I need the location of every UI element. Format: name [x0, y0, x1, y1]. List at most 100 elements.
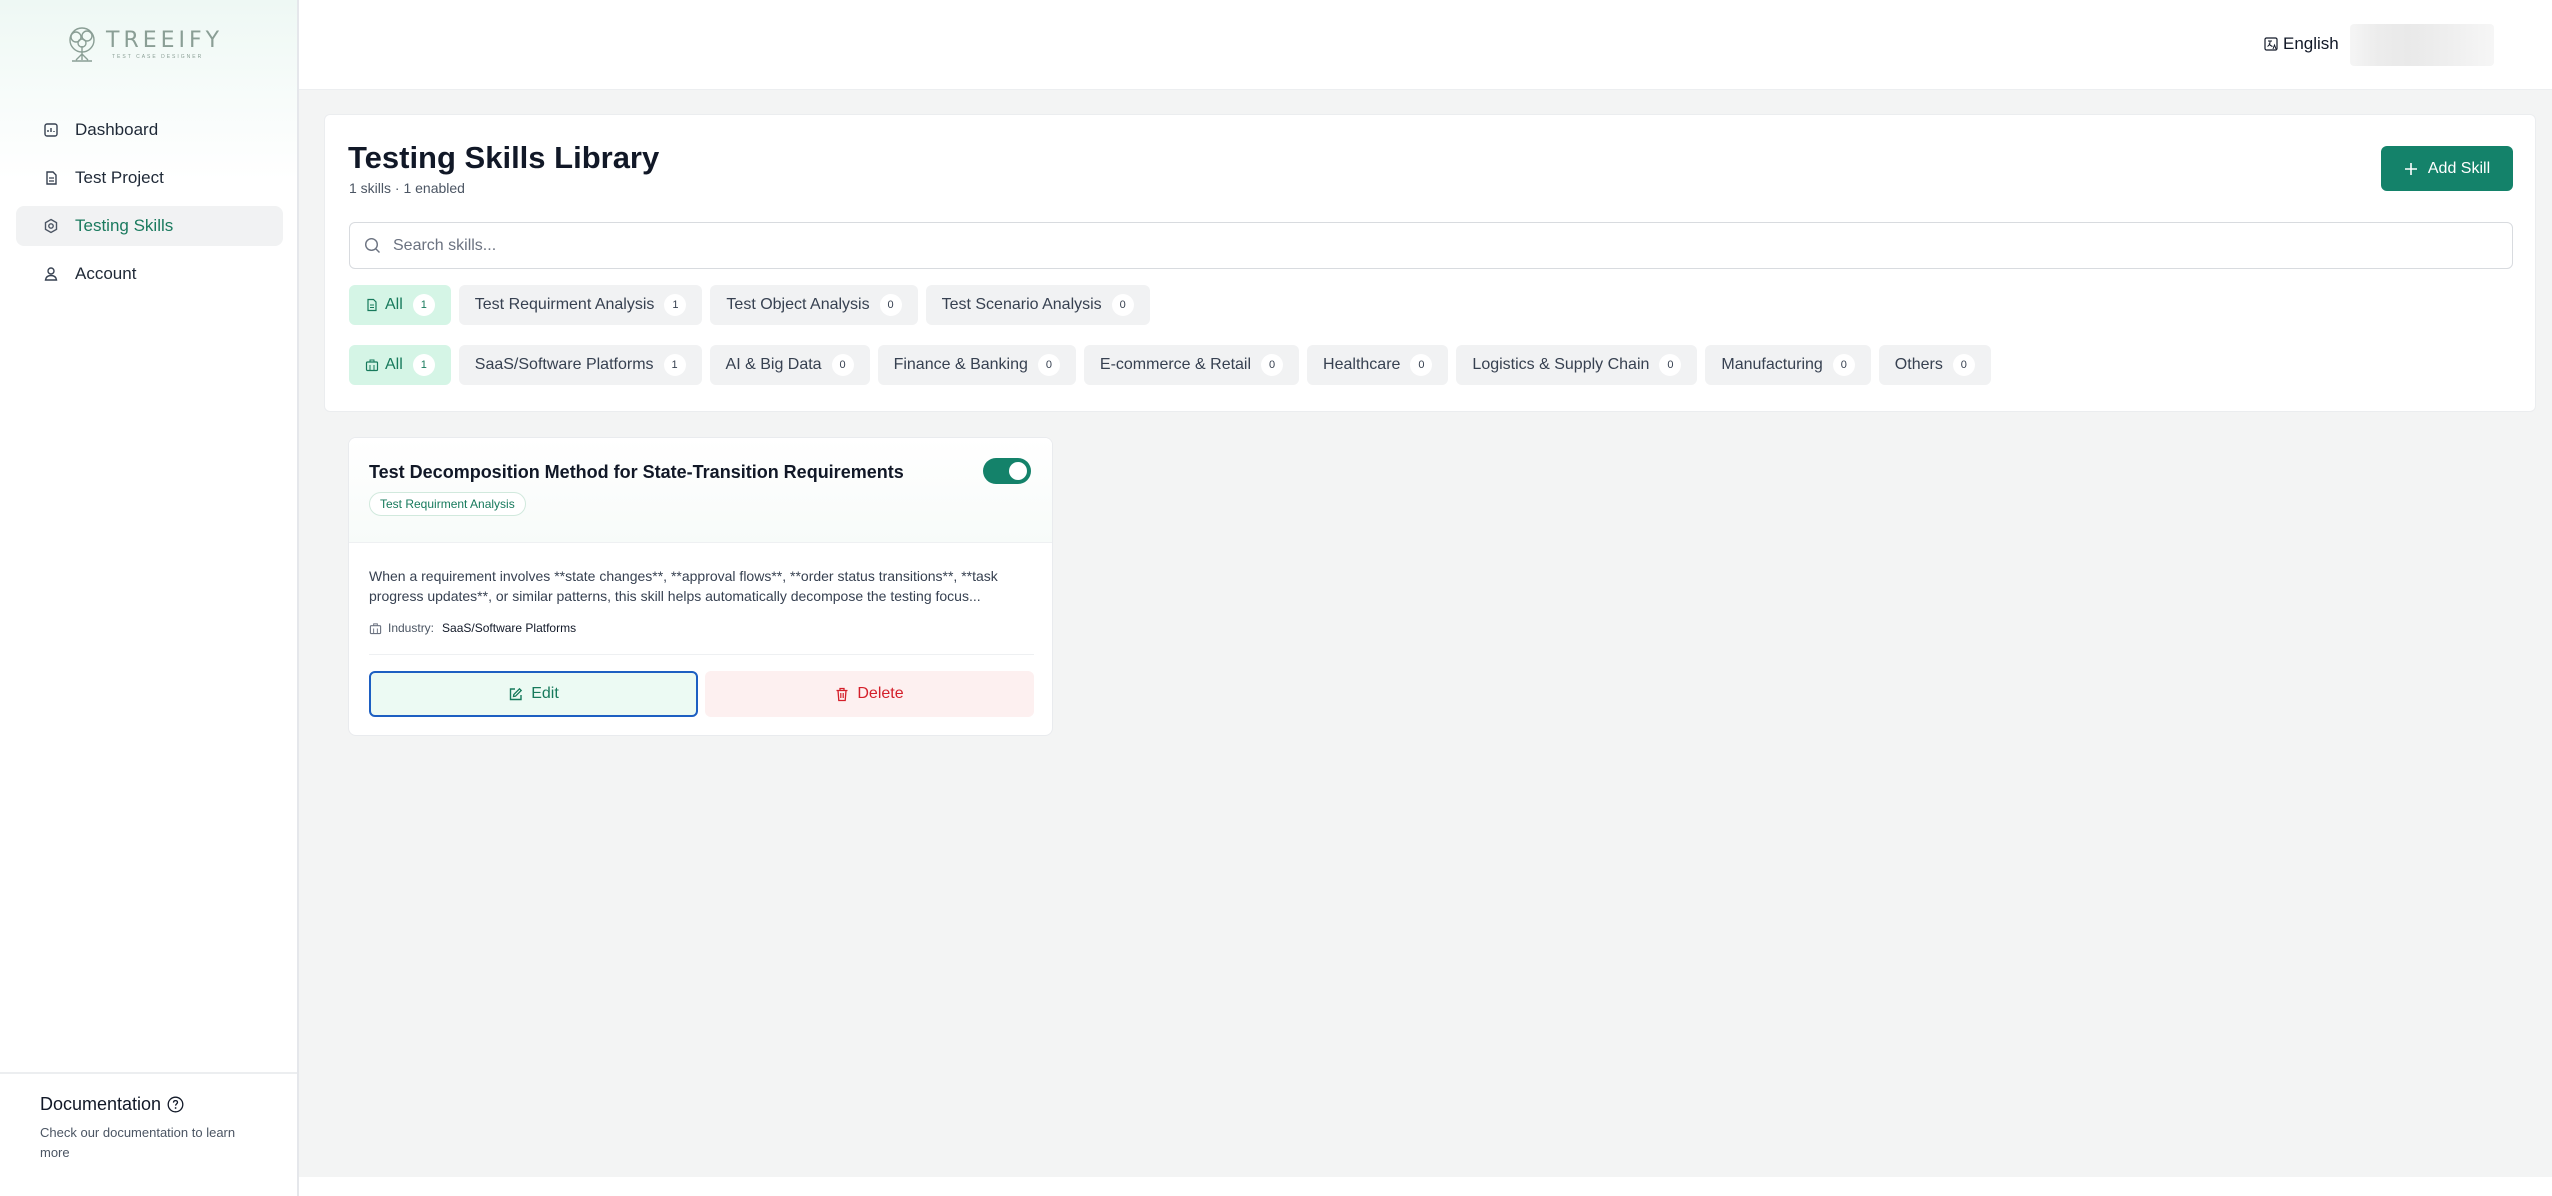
- sidebar-item-test-project[interactable]: Test Project: [16, 158, 283, 198]
- edit-icon: [510, 687, 523, 700]
- skill-industry: Industry: SaaS/Software Platforms: [369, 621, 576, 635]
- footer-strip: [299, 1177, 2552, 1196]
- brand-name: TREEIFY: [106, 28, 224, 53]
- category-filter-test-object-analysis[interactable]: Test Object Analysis 0: [710, 285, 918, 325]
- search-input[interactable]: [393, 236, 2393, 255]
- toggle-knob: [1009, 462, 1027, 480]
- plus-icon: [2404, 162, 2417, 175]
- chip-label: E-commerce & Retail: [1099, 356, 1252, 373]
- industry-filter-row: All 1 SaaS/Software Platforms 1 AI & Big…: [349, 345, 1991, 385]
- industry-filter-ai-big-data[interactable]: AI & Big Data 0: [709, 345, 870, 385]
- sidebar-item-label: Dashboard: [75, 120, 159, 139]
- chip-label: Logistics & Supply Chain: [1472, 356, 1650, 373]
- divider: [369, 654, 1034, 655]
- user-icon: [43, 266, 59, 282]
- documentation-title[interactable]: Documentation: [40, 1094, 297, 1115]
- skill-card-header: Test Decomposition Method for State-Tran…: [349, 438, 1052, 543]
- sidebar-item-dashboard[interactable]: Dashboard: [16, 110, 283, 150]
- industry-label: Industry:: [388, 621, 435, 635]
- chip-count: 1: [412, 294, 435, 316]
- sidebar-item-label: Account: [75, 264, 137, 283]
- sidebar-item-label: Testing Skills: [75, 216, 174, 235]
- chip-label: Others: [1894, 356, 1943, 373]
- building-icon: [369, 622, 382, 634]
- language-selector[interactable]: English: [2264, 34, 2339, 54]
- sidebar: TREEIFY TEST CASE DESIGNER Dashboard Tes…: [0, 0, 299, 1196]
- industry-filter-others[interactable]: Others 0: [1878, 345, 1991, 385]
- skill-card: Test Decomposition Method for State-Tran…: [348, 437, 1053, 736]
- chip-count: 0: [1410, 354, 1433, 376]
- edit-skill-button[interactable]: Edit: [369, 671, 698, 717]
- chip-label: SaaS/Software Platforms: [474, 356, 654, 373]
- category-filter-test-requirment-analysis[interactable]: Test Requirment Analysis 1: [458, 285, 703, 325]
- trash-icon: [836, 687, 848, 701]
- delete-skill-button[interactable]: Delete: [705, 671, 1034, 717]
- industry-value: SaaS/Software Platforms: [442, 621, 577, 635]
- chip-label: Manufacturing: [1721, 356, 1823, 373]
- chip-label: AI & Big Data: [725, 356, 822, 373]
- chip-count: 1: [412, 354, 435, 376]
- industry-filter-finance-banking[interactable]: Finance & Banking 0: [877, 345, 1076, 385]
- chip-count: 0: [1832, 354, 1855, 376]
- language-label: English: [2283, 34, 2339, 53]
- category-filter-all[interactable]: All 1: [349, 285, 451, 325]
- chip-label: All: [385, 356, 403, 373]
- chip-count: 0: [831, 354, 854, 376]
- dashboard-icon: [43, 122, 59, 138]
- industry-filter-ecommerce-retail[interactable]: E-commerce & Retail 0: [1083, 345, 1300, 385]
- search-box[interactable]: [349, 222, 2513, 269]
- tree-logo-icon: [69, 27, 95, 62]
- industry-filter-all[interactable]: All 1: [349, 345, 451, 385]
- chip-label: Test Scenario Analysis: [941, 296, 1102, 313]
- document-icon: [43, 170, 59, 186]
- chip-count: 0: [1037, 354, 1060, 376]
- sidebar-item-account[interactable]: Account: [16, 254, 283, 294]
- chip-count: 0: [1952, 354, 1975, 376]
- documentation-description: Check our documentation to learn more: [40, 1125, 236, 1160]
- chip-label: Finance & Banking: [893, 356, 1028, 373]
- skill-category-tag: Test Requirment Analysis: [369, 492, 526, 516]
- building-icon: [365, 358, 379, 372]
- sidebar-nav: Dashboard Test Project Testing Skills Ac…: [16, 110, 283, 302]
- skill-description-line: progress updates**, or similar patterns,…: [369, 588, 981, 604]
- category-filter-test-scenario-analysis[interactable]: Test Scenario Analysis 0: [925, 285, 1150, 325]
- chip-label: Healthcare: [1323, 356, 1401, 373]
- documentation-title-text: Documentation: [40, 1094, 162, 1114]
- chip-count: 1: [664, 294, 687, 316]
- skill-title: Test Decomposition Method for State-Tran…: [369, 462, 904, 482]
- chip-count: 0: [1659, 354, 1682, 376]
- user-menu[interactable]: [2350, 24, 2494, 66]
- app-logo[interactable]: TREEIFY TEST CASE DESIGNER: [62, 26, 234, 64]
- industry-filter-manufacturing[interactable]: Manufacturing 0: [1705, 345, 1871, 385]
- skills-icon: [43, 218, 59, 234]
- chip-count: 0: [1111, 294, 1134, 316]
- brand-tagline: TEST CASE DESIGNER: [112, 54, 204, 60]
- industry-filter-saas[interactable]: SaaS/Software Platforms 1: [458, 345, 702, 385]
- top-bar: [299, 0, 2552, 90]
- delete-label: Delete: [857, 685, 904, 702]
- industry-filter-healthcare[interactable]: Healthcare 0: [1307, 345, 1449, 385]
- help-circle-icon: [167, 1096, 184, 1113]
- sidebar-item-label: Test Project: [75, 168, 164, 187]
- add-skill-button[interactable]: Add Skill: [2381, 146, 2513, 191]
- skill-enabled-toggle[interactable]: [983, 458, 1031, 484]
- chip-count: 0: [879, 294, 902, 316]
- chip-label: All: [385, 296, 403, 313]
- sidebar-item-testing-skills[interactable]: Testing Skills: [16, 206, 283, 246]
- documentation-panel[interactable]: Documentation Check our documentation to…: [0, 1072, 297, 1196]
- translate-icon: [2264, 37, 2278, 51]
- document-icon: [365, 298, 379, 312]
- skills-library-panel: Testing Skills Library 1 skills · 1 enab…: [324, 114, 2536, 412]
- page-title: Testing Skills Library: [348, 140, 660, 175]
- skills-summary: 1 skills · 1 enabled: [349, 180, 465, 196]
- search-icon: [364, 237, 380, 253]
- chip-label: Test Object Analysis: [726, 296, 870, 313]
- industry-filter-logistics[interactable]: Logistics & Supply Chain 0: [1456, 345, 1698, 385]
- skill-description: When a requirement involves **state chan…: [369, 566, 1034, 606]
- skill-description-line: When a requirement involves **state chan…: [369, 568, 998, 584]
- chip-count: 1: [663, 354, 686, 376]
- add-skill-label: Add Skill: [2427, 159, 2491, 177]
- edit-label: Edit: [531, 685, 559, 702]
- category-filter-row: All 1 Test Requirment Analysis 1 Test Ob…: [349, 285, 1150, 325]
- chip-count: 0: [1261, 354, 1284, 376]
